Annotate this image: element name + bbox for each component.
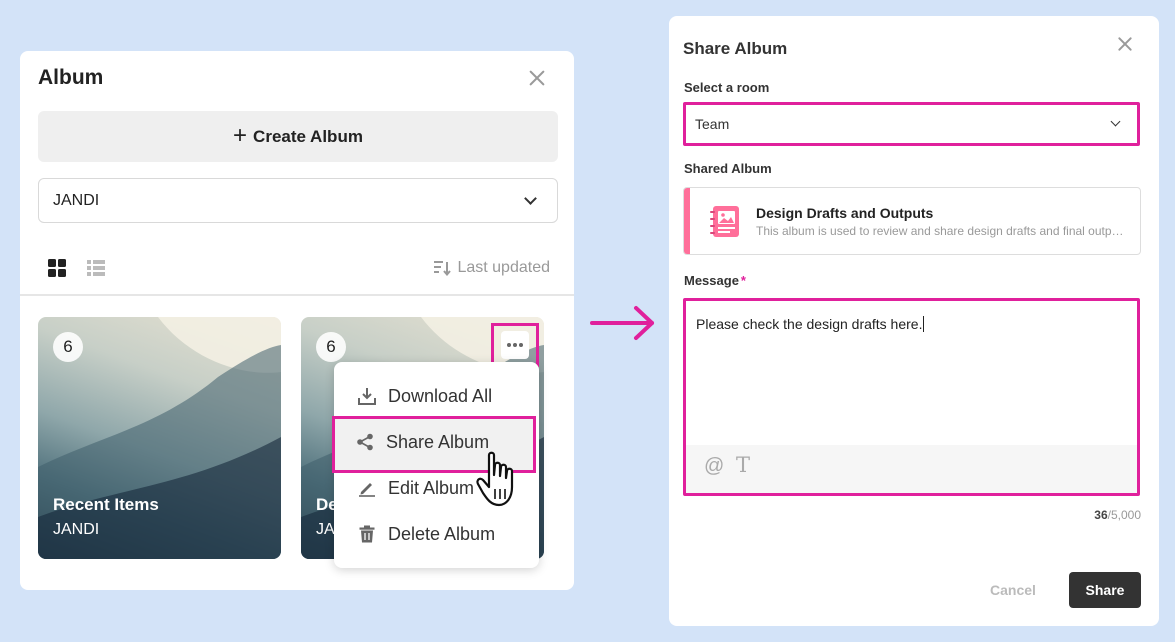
album-card[interactable]: 6 Recent Items JANDI — [38, 317, 281, 559]
menu-item-download-all[interactable]: Download All — [334, 374, 539, 418]
more-options-button[interactable] — [491, 323, 539, 367]
photo-count-badge: 6 — [316, 332, 346, 362]
shared-album-description: This album is used to review and share d… — [756, 224, 1126, 238]
create-album-button[interactable]: + Create Album — [38, 111, 558, 162]
album-panel: Album + Create Album JANDI Last updated — [20, 51, 574, 590]
menu-item-label: Delete Album — [388, 523, 496, 544]
menu-item-label: Download All — [388, 385, 493, 406]
shared-album-card: Design Drafts and Outputs This album is … — [683, 187, 1141, 255]
chevron-down-icon — [524, 192, 537, 205]
char-count-current: 36 — [1094, 508, 1108, 522]
dialog-close-icon[interactable] — [1115, 34, 1135, 54]
shared-album-name: Design Drafts and Outputs — [756, 205, 934, 221]
required-mark: * — [740, 273, 746, 288]
divider — [20, 294, 574, 296]
char-count-limit: /5,000 — [1107, 508, 1141, 522]
pencil-icon — [359, 483, 375, 497]
sort-control[interactable]: Last updated — [433, 259, 550, 277]
sort-icon — [434, 261, 452, 276]
mention-icon[interactable]: @ — [704, 455, 724, 478]
menu-item-label: Share Album — [386, 431, 490, 452]
message-text: Please check the design drafts here. — [696, 316, 925, 332]
trash-icon — [359, 525, 375, 543]
room-label: Select a room — [684, 80, 770, 95]
share-room-select[interactable]: Team — [683, 102, 1140, 146]
hand-cursor-icon — [476, 451, 514, 507]
album-notebook-icon — [710, 206, 739, 237]
more-dots-icon — [501, 331, 529, 359]
chevron-down-icon — [1110, 116, 1121, 127]
list-view-icon[interactable] — [87, 259, 105, 277]
message-value: Please check the design drafts here. — [696, 316, 923, 332]
download-icon — [358, 388, 376, 405]
text-caret — [923, 316, 925, 332]
album-accent-bar — [684, 188, 690, 254]
album-card-room: JANDI — [53, 521, 100, 538]
shared-album-label: Shared Album — [684, 161, 772, 176]
album-card-room: JA — [316, 521, 335, 538]
album-close-icon[interactable] — [526, 67, 548, 89]
share-room-value: Team — [695, 116, 730, 132]
room-select-value: JANDI — [53, 191, 100, 209]
album-card-name: Recent Items — [53, 495, 159, 514]
share-button[interactable]: Share — [1069, 572, 1141, 608]
album-panel-title: Album — [38, 66, 104, 89]
arrow-right-icon — [590, 306, 654, 340]
grid-view-icon[interactable] — [48, 259, 66, 277]
text-format-icon[interactable]: T — [736, 453, 750, 477]
message-label-text: Message — [684, 273, 739, 288]
share-album-dialog: Share Album Select a room Team Shared Al… — [669, 16, 1159, 626]
message-label: Message * — [684, 273, 746, 288]
message-textarea[interactable]: Please check the design drafts here. @ T — [683, 298, 1140, 496]
plus-icon: + — [233, 121, 248, 149]
photo-count-badge: 6 — [53, 332, 83, 362]
room-select[interactable]: JANDI — [38, 178, 558, 223]
create-album-label: Create Album — [253, 126, 363, 146]
char-counter: 36/5,000 — [1094, 508, 1141, 522]
menu-item-delete-album[interactable]: Delete Album — [334, 512, 539, 556]
dialog-title: Share Album — [683, 39, 788, 58]
cancel-button[interactable]: Cancel — [973, 572, 1053, 608]
message-toolbar: @ T — [686, 445, 1137, 493]
menu-item-label: Edit Album — [388, 477, 475, 498]
sort-label: Last updated — [457, 259, 550, 276]
share-icon — [357, 433, 373, 451]
